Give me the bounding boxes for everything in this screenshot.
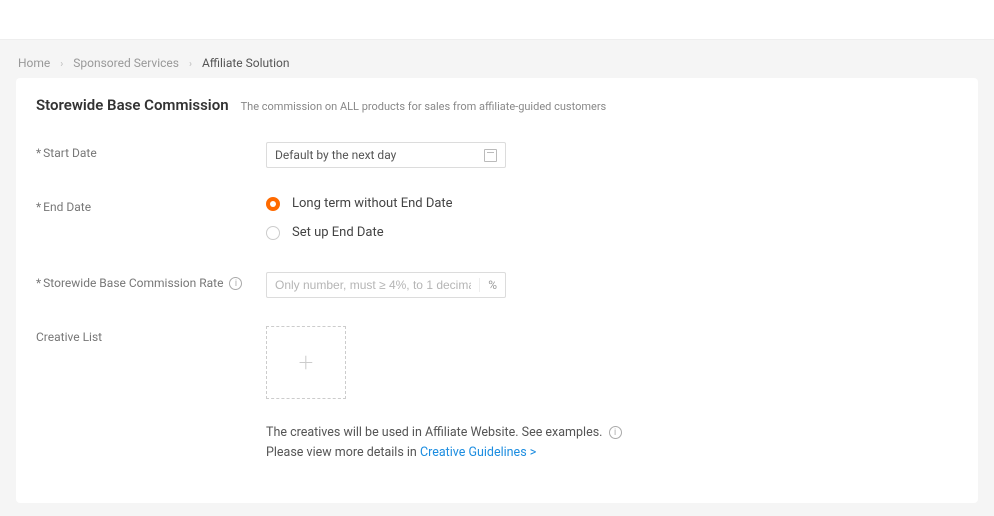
start-date-row: *Start Date Default by the next day — [36, 142, 958, 168]
chevron-right-icon: › — [189, 59, 192, 70]
breadcrumb-sponsored[interactable]: Sponsored Services — [73, 56, 179, 70]
creative-list-label: Creative List — [36, 326, 266, 344]
creative-note: The creatives will be used in Affiliate … — [266, 423, 622, 463]
end-date-row: *End Date Long term without End Date Set… — [36, 196, 958, 254]
commission-rate-input[interactable]: % — [266, 272, 506, 298]
start-date-input[interactable]: Default by the next day — [266, 142, 506, 168]
chevron-right-icon: › — [60, 59, 63, 70]
card-subtitle: The commission on ALL products for sales… — [241, 100, 607, 113]
end-date-label: *End Date — [36, 196, 266, 214]
card-header: Storewide Base Commission The commission… — [36, 96, 958, 114]
radio-setup-label: Set up End Date — [292, 225, 384, 240]
radio-icon — [266, 197, 280, 211]
creative-guidelines-link[interactable]: Creative Guidelines > — [420, 445, 536, 460]
card-title: Storewide Base Commission — [36, 96, 229, 114]
start-date-label: *Start Date — [36, 142, 266, 160]
top-bar — [0, 0, 994, 40]
radio-setup-end-date[interactable]: Set up End Date — [266, 225, 453, 240]
creative-list-row: Creative List + The creatives will be us… — [36, 326, 958, 463]
upload-creative-button[interactable]: + — [266, 326, 346, 399]
rate-field[interactable] — [267, 278, 479, 292]
breadcrumb-current: Affiliate Solution — [202, 56, 290, 70]
info-icon[interactable]: i — [609, 426, 622, 439]
rate-suffix: % — [479, 278, 505, 292]
info-icon[interactable]: i — [229, 277, 242, 290]
radio-icon — [266, 226, 280, 240]
rate-label: *Storewide Base Commission Rate i — [36, 272, 266, 290]
rate-row: *Storewide Base Commission Rate i % — [36, 272, 958, 298]
radio-long-term-label: Long term without End Date — [292, 196, 453, 211]
breadcrumb-home[interactable]: Home — [18, 56, 50, 70]
plus-icon: + — [299, 350, 314, 376]
start-date-value: Default by the next day — [275, 148, 396, 162]
radio-long-term[interactable]: Long term without End Date — [266, 196, 453, 211]
breadcrumb: Home › Sponsored Services › Affiliate So… — [0, 40, 994, 78]
calendar-icon — [484, 149, 497, 162]
commission-card: Storewide Base Commission The commission… — [16, 78, 978, 503]
